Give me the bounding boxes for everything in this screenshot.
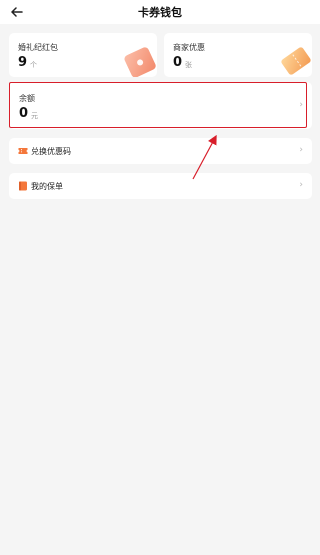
wedding-red-packet-label: 婚礼纪红包 — [18, 43, 58, 52]
balance-card[interactable]: 余额 0 元 › — [9, 82, 312, 129]
gift-tag-icon — [124, 47, 156, 77]
merchant-discount-count: 0 — [173, 55, 183, 70]
ticket-icon — [18, 148, 28, 154]
chevron-right-icon: › — [299, 180, 303, 190]
coupon-ticket-icon — [281, 47, 311, 75]
chevron-right-icon: › — [299, 100, 303, 110]
policy-book-icon — [19, 181, 27, 191]
redeem-promo-code-row[interactable]: 兑换优惠码 › — [9, 138, 312, 164]
chevron-right-icon: › — [299, 145, 303, 155]
card-wallet-page: 卡券钱包 婚礼纪红包 9 个 商家优惠 0 张 余额 0 元 › 兑换优惠码 ›… — [0, 0, 320, 555]
my-policy-row[interactable]: 我的保单 › — [9, 173, 312, 199]
merchant-discount-label: 商家优惠 — [173, 43, 205, 52]
wedding-red-packet-card[interactable]: 婚礼纪红包 9 个 — [9, 33, 157, 77]
my-policy-label: 我的保单 — [31, 182, 63, 191]
wedding-red-packet-unit: 个 — [30, 61, 37, 69]
balance-unit: 元 — [31, 112, 38, 120]
balance-label: 余额 — [19, 94, 35, 103]
balance-amount: 0 — [19, 106, 29, 121]
merchant-discount-unit: 张 — [185, 61, 192, 69]
redeem-promo-code-label: 兑换优惠码 — [31, 147, 71, 156]
merchant-discount-card[interactable]: 商家优惠 0 张 — [164, 33, 312, 77]
page-title: 卡券钱包 — [138, 6, 182, 19]
wedding-red-packet-count: 9 — [18, 55, 28, 70]
top-bar: 卡券钱包 — [0, 0, 320, 24]
